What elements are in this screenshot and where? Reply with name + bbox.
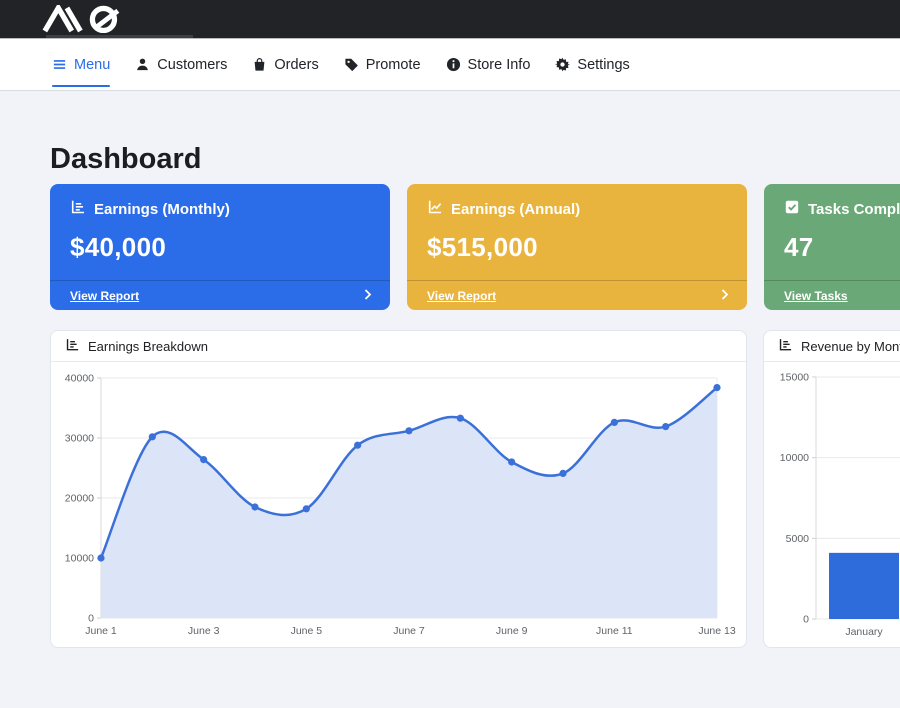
svg-text:June 3: June 3 [188, 625, 220, 637]
svg-text:June 7: June 7 [393, 625, 425, 637]
svg-text:0: 0 [803, 614, 809, 626]
nav-label: Promote [366, 57, 421, 73]
shopping-bag-icon [252, 57, 267, 72]
stat-card-body: Earnings (Annual) $515,000 [407, 184, 747, 280]
svg-text:June 1: June 1 [85, 625, 117, 637]
svg-text:June 9: June 9 [496, 625, 528, 637]
nav-label: Customers [157, 57, 227, 73]
stat-card-body: Tasks Completed 47 [764, 184, 900, 280]
chevron-right-icon [364, 289, 372, 303]
main-content: Dashboard Earnings (Monthly) $40,000 Vie… [0, 143, 900, 648]
svg-text:10000: 10000 [65, 553, 94, 565]
tag-icon [344, 57, 359, 72]
view-report-label: View Report [427, 289, 496, 303]
stat-card-title: Earnings (Annual) [451, 201, 580, 218]
stat-card-value: 47 [784, 232, 900, 263]
svg-text:June 5: June 5 [291, 625, 323, 637]
stat-card-title: Earnings (Monthly) [94, 201, 230, 218]
view-tasks-link[interactable]: View Tasks [764, 280, 900, 310]
chart-card-header: Revenue by Month [764, 331, 900, 362]
svg-text:40000: 40000 [65, 373, 94, 385]
earnings-breakdown-card: Earnings Breakdown 0 10000 20000 30000 40000… [50, 330, 747, 648]
main-nav: Menu Customers Orders Promote Store Info [0, 39, 900, 91]
stat-card-title-row: Earnings (Annual) [427, 199, 727, 219]
revenue-by-month-card: Revenue by Month 0 5000 10000 15000 January [763, 330, 900, 648]
chart-title: Earnings Breakdown [88, 339, 208, 354]
nav-label: Settings [577, 57, 629, 73]
logo-aq-icon [42, 5, 138, 33]
stat-card-body: Earnings (Monthly) $40,000 [50, 184, 390, 280]
stat-cards-row: Earnings (Monthly) $40,000 View Report [50, 184, 900, 310]
logo-underline [46, 35, 193, 38]
svg-text:5000: 5000 [786, 533, 810, 545]
svg-text:0: 0 [88, 613, 94, 625]
stat-card-value: $40,000 [70, 232, 370, 263]
bar-chart-icon [70, 199, 86, 219]
nav-item-menu[interactable]: Menu [52, 39, 110, 90]
person-icon [135, 57, 150, 72]
page-title: Dashboard [50, 143, 900, 176]
svg-text:15000: 15000 [780, 372, 809, 384]
chart-title: Revenue by Month [801, 339, 900, 354]
gear-icon [555, 57, 570, 72]
charts-row: Earnings Breakdown 0 10000 20000 30000 40000… [50, 330, 900, 648]
stat-card-tasks-completed: Tasks Completed 47 View Tasks [764, 184, 900, 310]
svg-text:January: January [845, 626, 883, 638]
earnings-breakdown-area-chart: 0 10000 20000 30000 40000 June 1 June 3 June 5 J… [51, 362, 746, 648]
stat-card-title-row: Tasks Completed [784, 199, 900, 219]
stat-card-title-row: Earnings (Monthly) [70, 199, 370, 219]
chevron-right-icon [721, 289, 729, 303]
nav-label: Orders [274, 57, 318, 73]
stat-card-earnings-annual: Earnings (Annual) $515,000 View Report [407, 184, 747, 310]
nav-label: Store Info [468, 57, 531, 73]
view-tasks-label: View Tasks [784, 289, 848, 303]
stat-card-value: $515,000 [427, 232, 727, 263]
svg-text:20000: 20000 [65, 493, 94, 505]
nav-item-orders[interactable]: Orders [252, 39, 318, 90]
svg-text:30000: 30000 [65, 433, 94, 445]
check-square-icon [784, 199, 800, 219]
info-circle-icon [446, 57, 461, 72]
bar-chart-icon [65, 337, 80, 355]
view-report-link[interactable]: View Report [50, 280, 390, 310]
bar-chart-icon [778, 337, 793, 355]
nav-item-customers[interactable]: Customers [135, 39, 227, 90]
view-report-link[interactable]: View Report [407, 280, 747, 310]
nav-item-promote[interactable]: Promote [344, 39, 421, 90]
hamburger-icon [52, 57, 67, 72]
topbar [0, 0, 900, 39]
revenue-by-month-bar-chart: 0 5000 10000 15000 January [764, 362, 900, 648]
view-report-label: View Report [70, 289, 139, 303]
app-viewport: Menu Customers Orders Promote Store Info [0, 0, 900, 708]
line-chart-icon [427, 199, 443, 219]
svg-text:June 13: June 13 [698, 625, 736, 637]
svg-text:June 11: June 11 [596, 625, 633, 637]
chart-card-header: Earnings Breakdown [51, 331, 746, 362]
nav-item-store-info[interactable]: Store Info [446, 39, 531, 90]
stat-card-title: Tasks Completed [808, 201, 900, 218]
svg-text:10000: 10000 [780, 452, 809, 464]
nav-label: Menu [74, 57, 110, 73]
nav-item-settings[interactable]: Settings [555, 39, 629, 90]
stat-card-earnings-monthly: Earnings (Monthly) $40,000 View Report [50, 184, 390, 310]
